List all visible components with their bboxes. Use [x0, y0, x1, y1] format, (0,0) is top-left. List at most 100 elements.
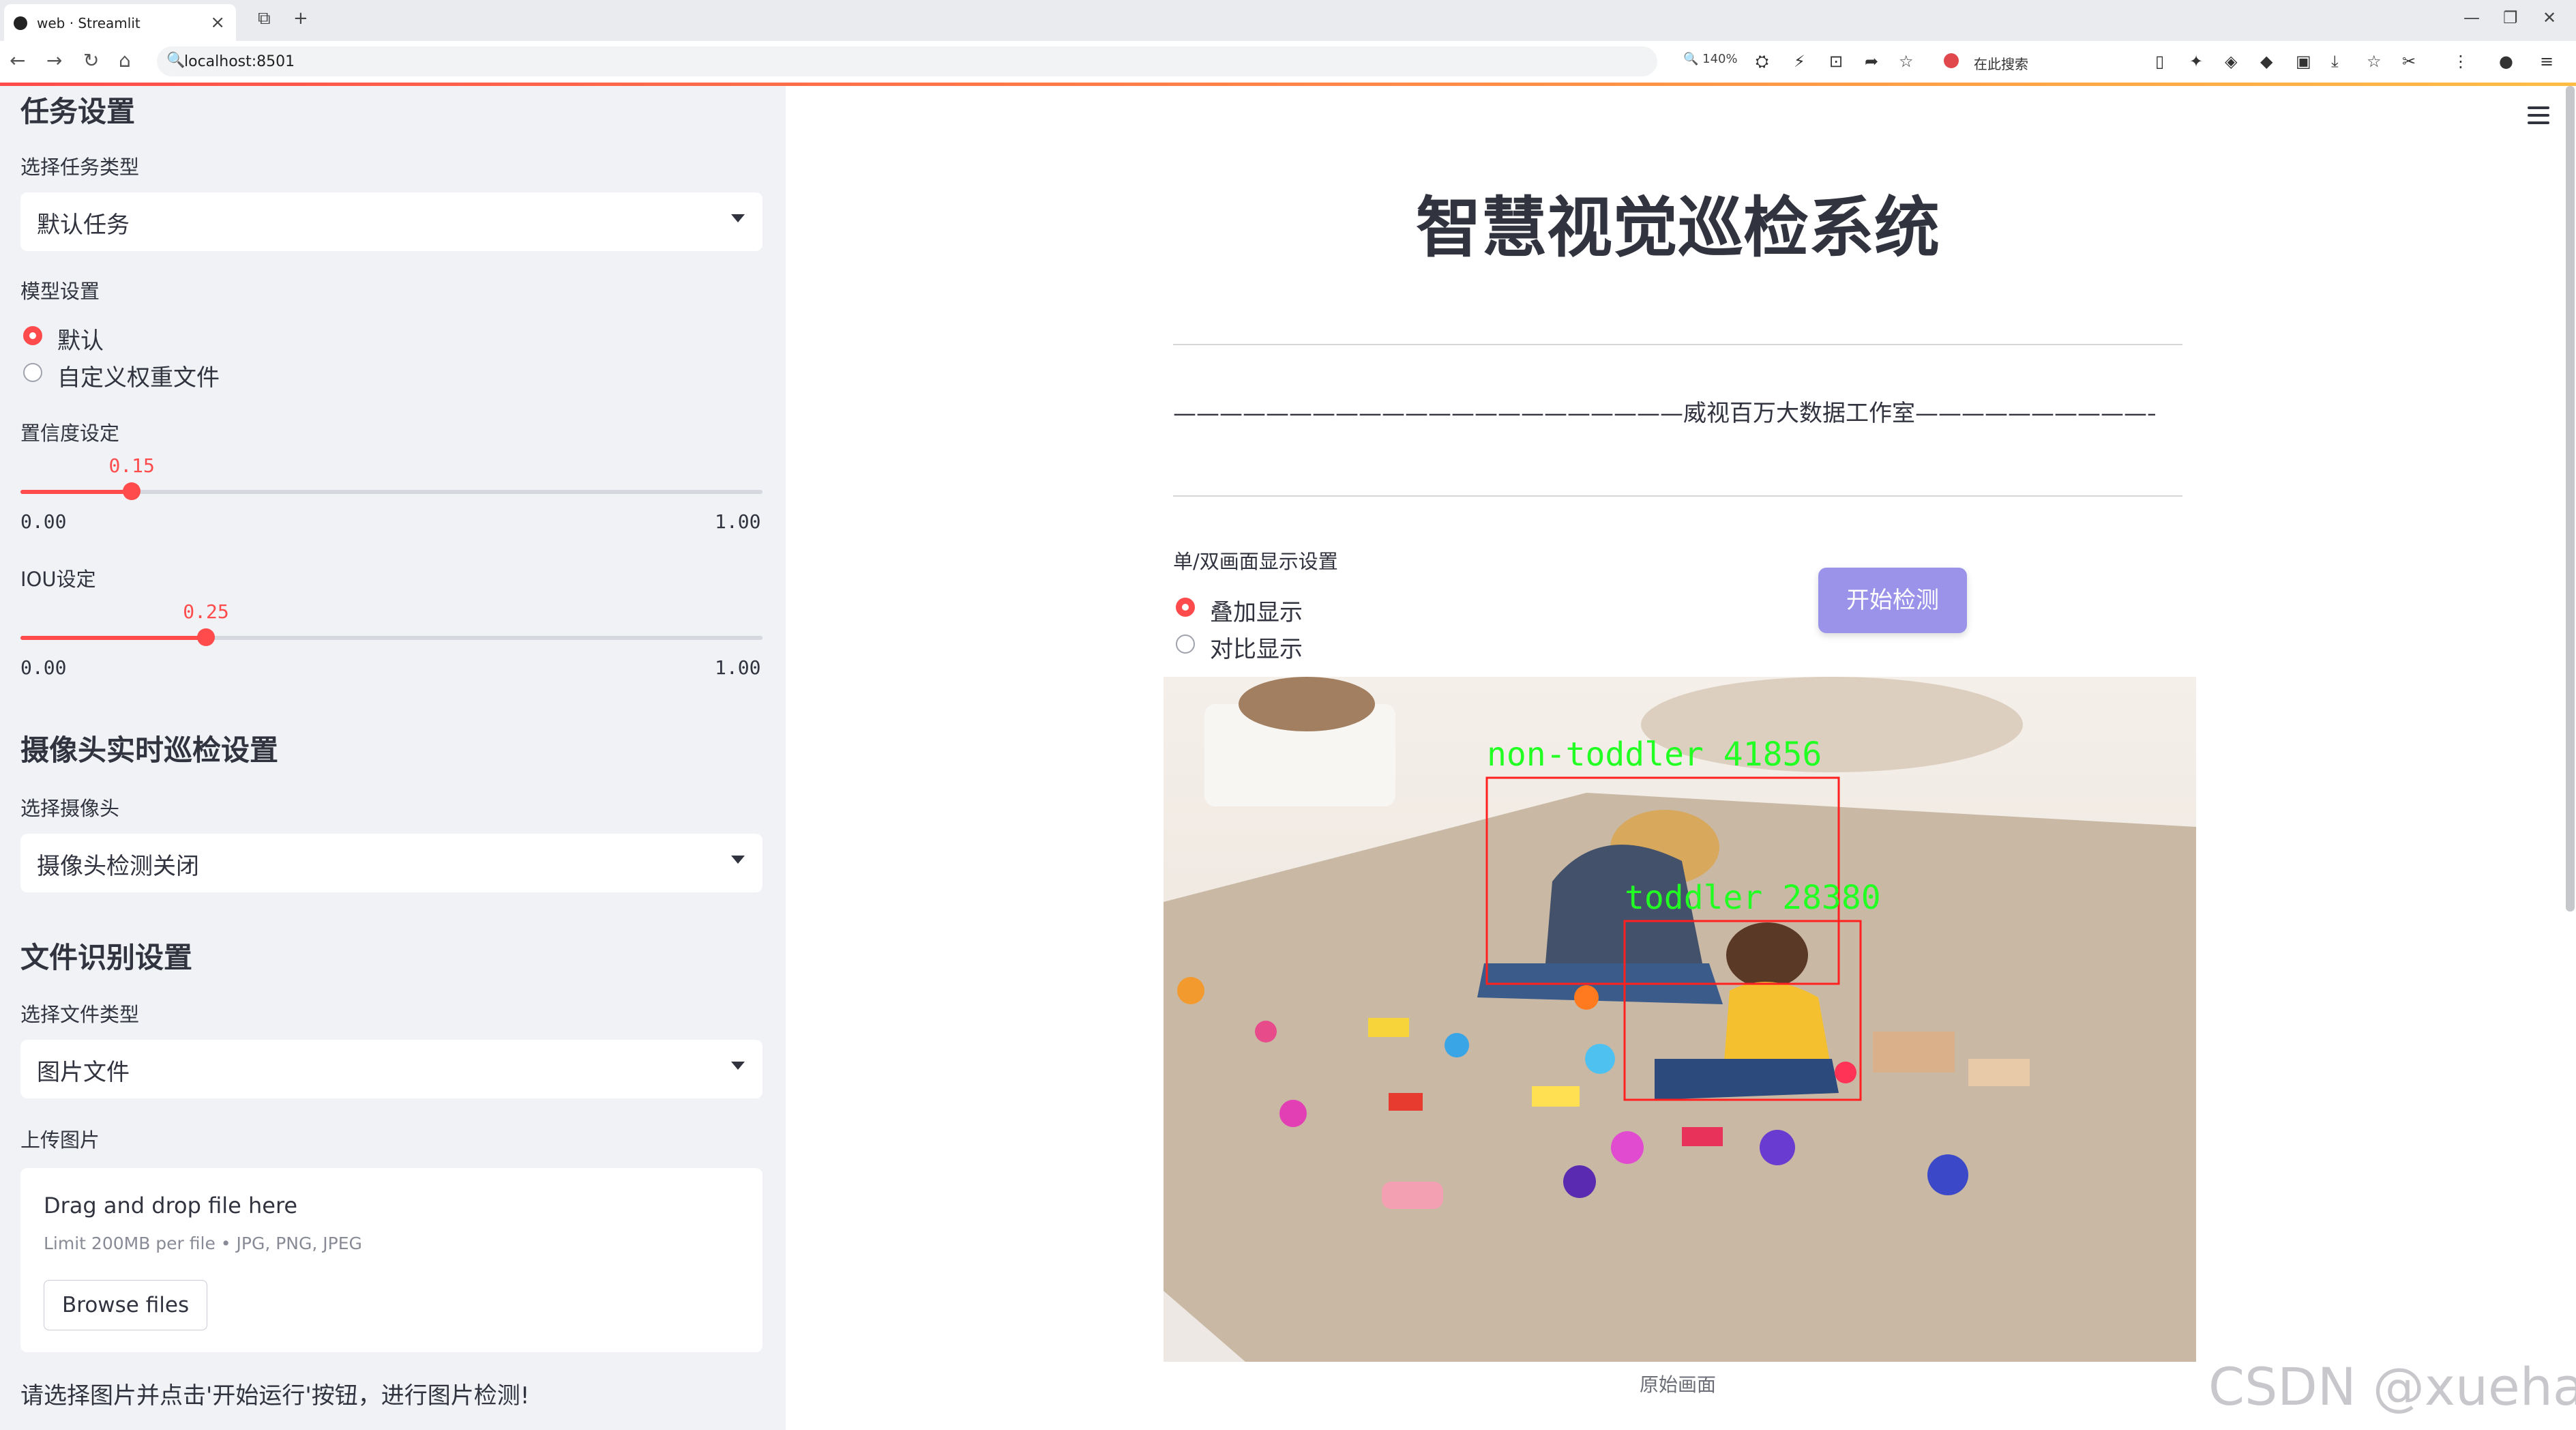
radio-selected-icon[interactable] [23, 326, 42, 345]
download-icon[interactable]: ⤓ [2331, 52, 2339, 71]
upload-limit-text: Limit 200MB per file • JPG, PNG, JPEG [44, 1234, 362, 1253]
camera-select-label: 选择摄像头 [20, 797, 120, 820]
task-type-select[interactable]: 默认任务 [20, 192, 763, 251]
minimize-icon[interactable]: — [2463, 8, 2480, 27]
extension-icon[interactable]: ✦ [2189, 52, 2203, 71]
detection-result-image: non-toddler 41856 toddler 28380 [1164, 677, 2196, 1362]
extension-icon[interactable]: ◆ [2260, 52, 2272, 71]
photo-child-hair [1726, 922, 1808, 988]
restore-icon[interactable]: ❐ [2503, 8, 2518, 27]
search-engine-icon [1944, 53, 1959, 68]
iou-slider-fill [20, 636, 206, 640]
confidence-value: 0.15 [108, 454, 155, 477]
page-subtitle: ——————————————————————威视百万大数据工作室————————… [1173, 400, 2155, 427]
chevron-down-icon [731, 1062, 745, 1070]
browser-tab[interactable]: web · Streamlit × [4, 4, 236, 41]
model-option-label: 默认 [57, 327, 104, 355]
confidence-min: 0.00 [20, 510, 67, 533]
task-type-label: 选择任务类型 [20, 156, 140, 179]
iou-min: 0.00 [20, 656, 67, 679]
iou-value: 0.25 [183, 600, 229, 623]
divider [1173, 495, 2182, 497]
favorites-icon[interactable]: ☆ [2367, 52, 2382, 71]
radio-unselected-icon[interactable] [23, 363, 42, 382]
display-mode-label: 单/双画面显示设置 [1173, 550, 1338, 573]
camera-select-value: 摄像头检测关闭 [37, 853, 199, 880]
photo-teddy-bear [1239, 677, 1375, 731]
url-bar[interactable]: 🔍 localhost:8501 [157, 46, 1657, 76]
confidence-slider[interactable] [20, 482, 763, 500]
model-settings-label: 模型设置 [20, 280, 100, 303]
file-type-label: 选择文件类型 [20, 1003, 140, 1026]
new-tab-icon[interactable]: + [293, 8, 308, 29]
confidence-slider-fill [20, 490, 132, 494]
translate-icon[interactable]: ⛭ [1756, 52, 1768, 71]
radio-selected-icon[interactable] [1176, 598, 1195, 617]
confidence-label: 置信度设定 [20, 422, 120, 445]
display-option-label: 对比显示 [1210, 636, 1303, 663]
zoom-indicator[interactable]: 🔍 140% [1683, 52, 1738, 66]
screenshot-icon[interactable]: ⊡ [1829, 52, 1843, 71]
upload-hint: 请选择图片并点击'开始运行'按钮，进行图片检测! [20, 1382, 530, 1410]
file-uploader-dropzone[interactable]: Drag and drop file here Limit 200MB per … [20, 1168, 763, 1352]
upload-label: 上传图片 [20, 1128, 100, 1152]
sidebar: 任务设置 选择任务类型 默认任务 模型设置 默认 自定义权重文件 置信度设定 0… [0, 86, 786, 1430]
search-placeholder: 在此搜索 [1974, 56, 2028, 72]
confidence-max: 1.00 [715, 510, 761, 533]
detection-label: non-toddler 41856 [1487, 735, 1822, 774]
display-option-label: 叠加显示 [1210, 599, 1303, 626]
watermark: CSDN @xuehaikj [2208, 1356, 2576, 1417]
scrollbar[interactable] [2566, 86, 2575, 911]
browser-tab-bar: web · Streamlit × ⧉ + — ❐ ✕ [0, 0, 2576, 41]
iou-max: 1.00 [715, 656, 761, 679]
task-settings-header: 任务设置 [20, 95, 136, 128]
share-icon[interactable]: ➦ [1865, 52, 1878, 71]
iou-slider-thumb[interactable] [197, 628, 215, 646]
image-caption: 原始画面 [1639, 1373, 1716, 1396]
close-tab-icon[interactable]: × [210, 12, 225, 33]
page-title: 智慧视觉巡检系统 [1416, 190, 1940, 266]
radio-unselected-icon[interactable] [1176, 634, 1195, 654]
camera-select[interactable]: 摄像头检测关闭 [20, 834, 763, 892]
back-icon[interactable]: ← [10, 49, 25, 72]
task-type-value: 默认任务 [37, 211, 130, 239]
file-settings-header: 文件识别设置 [20, 941, 193, 974]
photo-child-pants [1655, 1059, 1839, 1100]
divider [1173, 344, 2182, 345]
search-engine-box[interactable]: 在此搜索 [1937, 46, 2142, 76]
browse-files-button[interactable]: Browse files [44, 1280, 208, 1330]
tab-title: web · Streamlit [37, 15, 140, 31]
window-close-icon[interactable]: ✕ [2543, 8, 2556, 27]
drag-drop-text: Drag and drop file here [44, 1193, 298, 1219]
iou-slider[interactable] [20, 628, 763, 646]
detection-label: toddler 28380 [1625, 879, 1881, 917]
chevron-down-icon [731, 214, 745, 222]
home-icon[interactable]: ⌂ [119, 49, 131, 72]
confidence-slider-thumb[interactable] [123, 482, 141, 500]
cut-icon[interactable]: ✂ [2402, 52, 2416, 71]
bookmark-star-icon[interactable]: ☆ [1899, 52, 1914, 71]
browser-menu-icon[interactable]: ≡ [2540, 52, 2553, 71]
extension-icon[interactable]: ▣ [2296, 52, 2311, 71]
reload-icon[interactable]: ↻ [83, 49, 99, 72]
more-menu-icon[interactable]: ⋮ [2453, 52, 2469, 71]
camera-settings-header: 摄像头实时巡检设置 [20, 733, 279, 767]
url-text: localhost:8501 [184, 53, 295, 70]
file-type-select[interactable]: 图片文件 [20, 1040, 763, 1098]
forward-icon[interactable]: → [46, 49, 62, 72]
bolt-icon[interactable]: ⚡ [1794, 52, 1805, 71]
file-type-value: 图片文件 [37, 1059, 130, 1086]
zoom-level: 140% [1702, 52, 1738, 66]
start-detection-button[interactable]: 开始检测 [1818, 568, 1967, 633]
tab-list-icon[interactable]: ⧉ [258, 8, 271, 29]
extension-icon[interactable]: ◈ [2225, 52, 2237, 71]
iou-label: IOU设定 [20, 568, 96, 591]
address-toolbar: ← → ↻ ⌂ 🔍 localhost:8501 🔍 140% ⛭ ⚡ ⊡ ➦ … [0, 41, 2576, 84]
hamburger-menu-icon[interactable] [2528, 106, 2549, 124]
phone-icon[interactable]: ▯ [2155, 52, 2164, 71]
site-info-icon[interactable]: 🔍 [166, 52, 185, 69]
model-option-label: 自定义权重文件 [57, 364, 220, 392]
chevron-down-icon [731, 856, 745, 864]
streamlit-favicon-icon [14, 16, 27, 30]
avatar[interactable]: ● [2499, 52, 2513, 71]
